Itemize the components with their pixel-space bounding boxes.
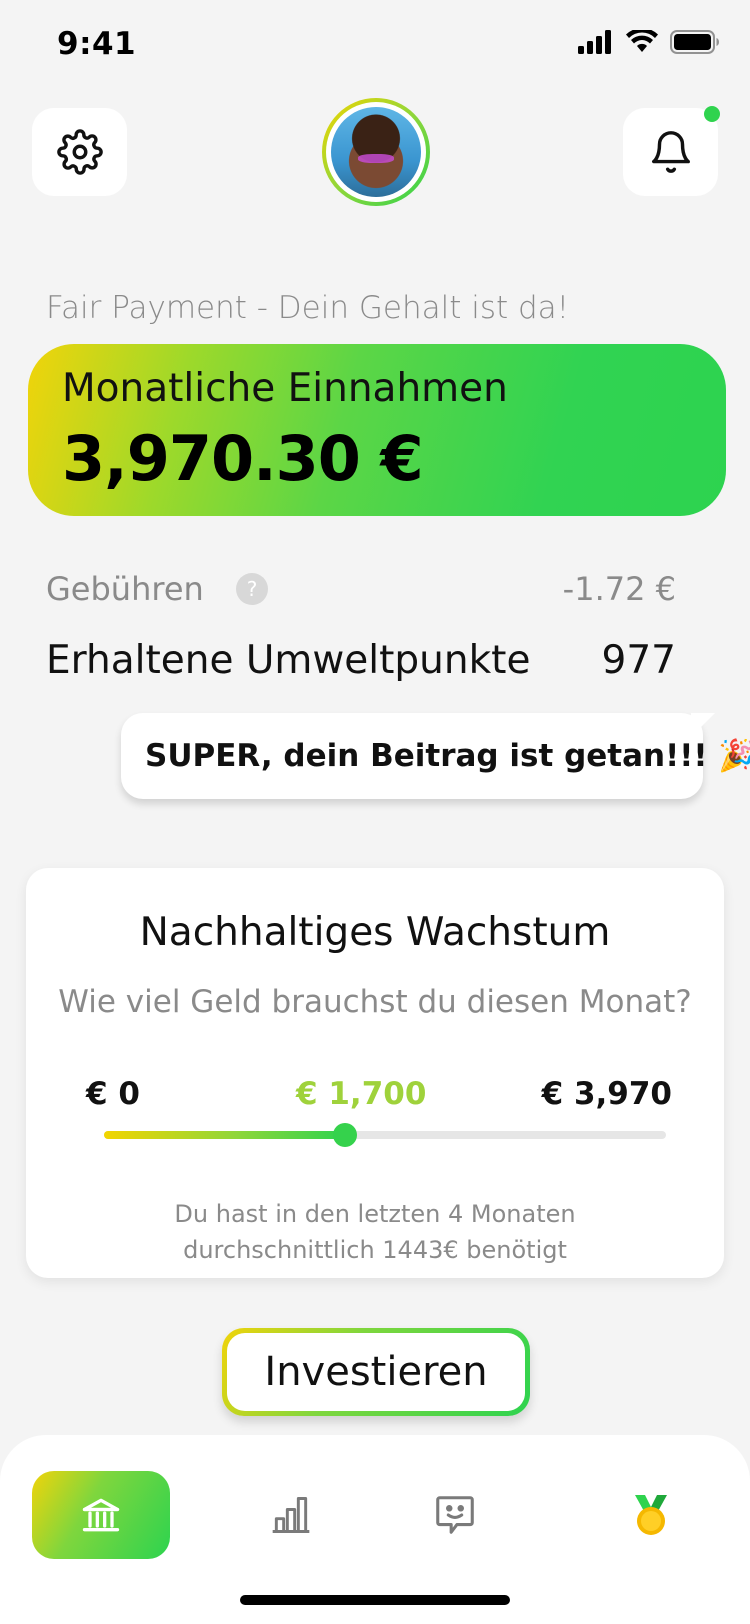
growth-hint: Du hast in den letzten 4 Monaten durchsc… bbox=[26, 1196, 724, 1268]
avatar-photo bbox=[331, 107, 421, 197]
growth-question: Wie viel Geld brauchst du diesen Monat? bbox=[58, 984, 692, 1020]
slider-fill bbox=[104, 1131, 345, 1139]
chat-face-icon bbox=[436, 1496, 474, 1534]
medal-icon bbox=[635, 1495, 667, 1535]
income-card: Monatliche Einnahmen 3,970.30 € bbox=[28, 344, 726, 516]
eco-points-value: 977 bbox=[601, 638, 676, 683]
eco-points-row: Erhaltene Umweltpunkte 977 bbox=[46, 638, 676, 688]
status-icons bbox=[578, 30, 720, 54]
gear-icon bbox=[56, 129, 103, 175]
status-bar: 9:41 bbox=[0, 0, 750, 90]
fees-value: -1.72 € bbox=[562, 570, 676, 608]
home-indicator bbox=[240, 1595, 510, 1605]
bell-icon bbox=[651, 131, 690, 173]
cellular-signal-icon bbox=[578, 30, 611, 54]
slider-min-label: € 0 bbox=[86, 1076, 140, 1112]
avatar[interactable] bbox=[322, 98, 430, 206]
invest-button-frame: Investieren bbox=[222, 1328, 530, 1416]
success-message: SUPER, dein Beitrag ist getan!!! 🎉 bbox=[145, 738, 750, 774]
invest-button[interactable]: Investieren bbox=[227, 1333, 525, 1411]
success-bubble: SUPER, dein Beitrag ist getan!!! 🎉 bbox=[121, 713, 750, 799]
bank-icon bbox=[82, 1498, 120, 1532]
eco-points-label: Erhaltene Umweltpunkte bbox=[46, 638, 531, 683]
help-icon[interactable]: ? bbox=[236, 573, 268, 605]
income-amount: 3,970.30 € bbox=[62, 422, 424, 495]
slider-max-label: € 3,970 bbox=[541, 1076, 672, 1112]
payment-subtitle: Fair Payment - Dein Gehalt ist da! bbox=[46, 290, 570, 326]
notifications-button[interactable] bbox=[623, 106, 720, 196]
amount-slider[interactable] bbox=[104, 1123, 666, 1147]
fees-row: Gebühren ? -1.72 € bbox=[46, 570, 676, 614]
growth-hint-line1: Du hast in den letzten 4 Monaten bbox=[174, 1200, 576, 1228]
growth-card: Nachhaltiges Wachstum Wie viel Geld brau… bbox=[26, 868, 724, 1278]
nav-statistics[interactable] bbox=[222, 1471, 360, 1559]
slider-thumb[interactable] bbox=[332, 1123, 357, 1147]
fees-label: Gebühren bbox=[46, 570, 204, 608]
growth-title: Nachhaltiges Wachstum bbox=[139, 910, 611, 955]
battery-icon bbox=[670, 30, 719, 54]
wifi-icon bbox=[626, 30, 658, 52]
nav-chat[interactable] bbox=[386, 1471, 524, 1559]
slider-current-label: € 1,700 bbox=[296, 1076, 427, 1112]
status-time: 9:41 bbox=[57, 26, 137, 62]
settings-button[interactable] bbox=[32, 108, 127, 196]
growth-hint-line2: durchschnittlich 1443€ benötigt bbox=[183, 1236, 567, 1264]
nav-rewards[interactable] bbox=[582, 1471, 720, 1559]
income-label: Monatliche Einnahmen bbox=[62, 366, 508, 411]
notification-badge bbox=[704, 106, 720, 122]
bar-chart-icon bbox=[272, 1497, 310, 1533]
nav-home[interactable] bbox=[32, 1471, 170, 1559]
avatar-frame bbox=[326, 102, 426, 202]
